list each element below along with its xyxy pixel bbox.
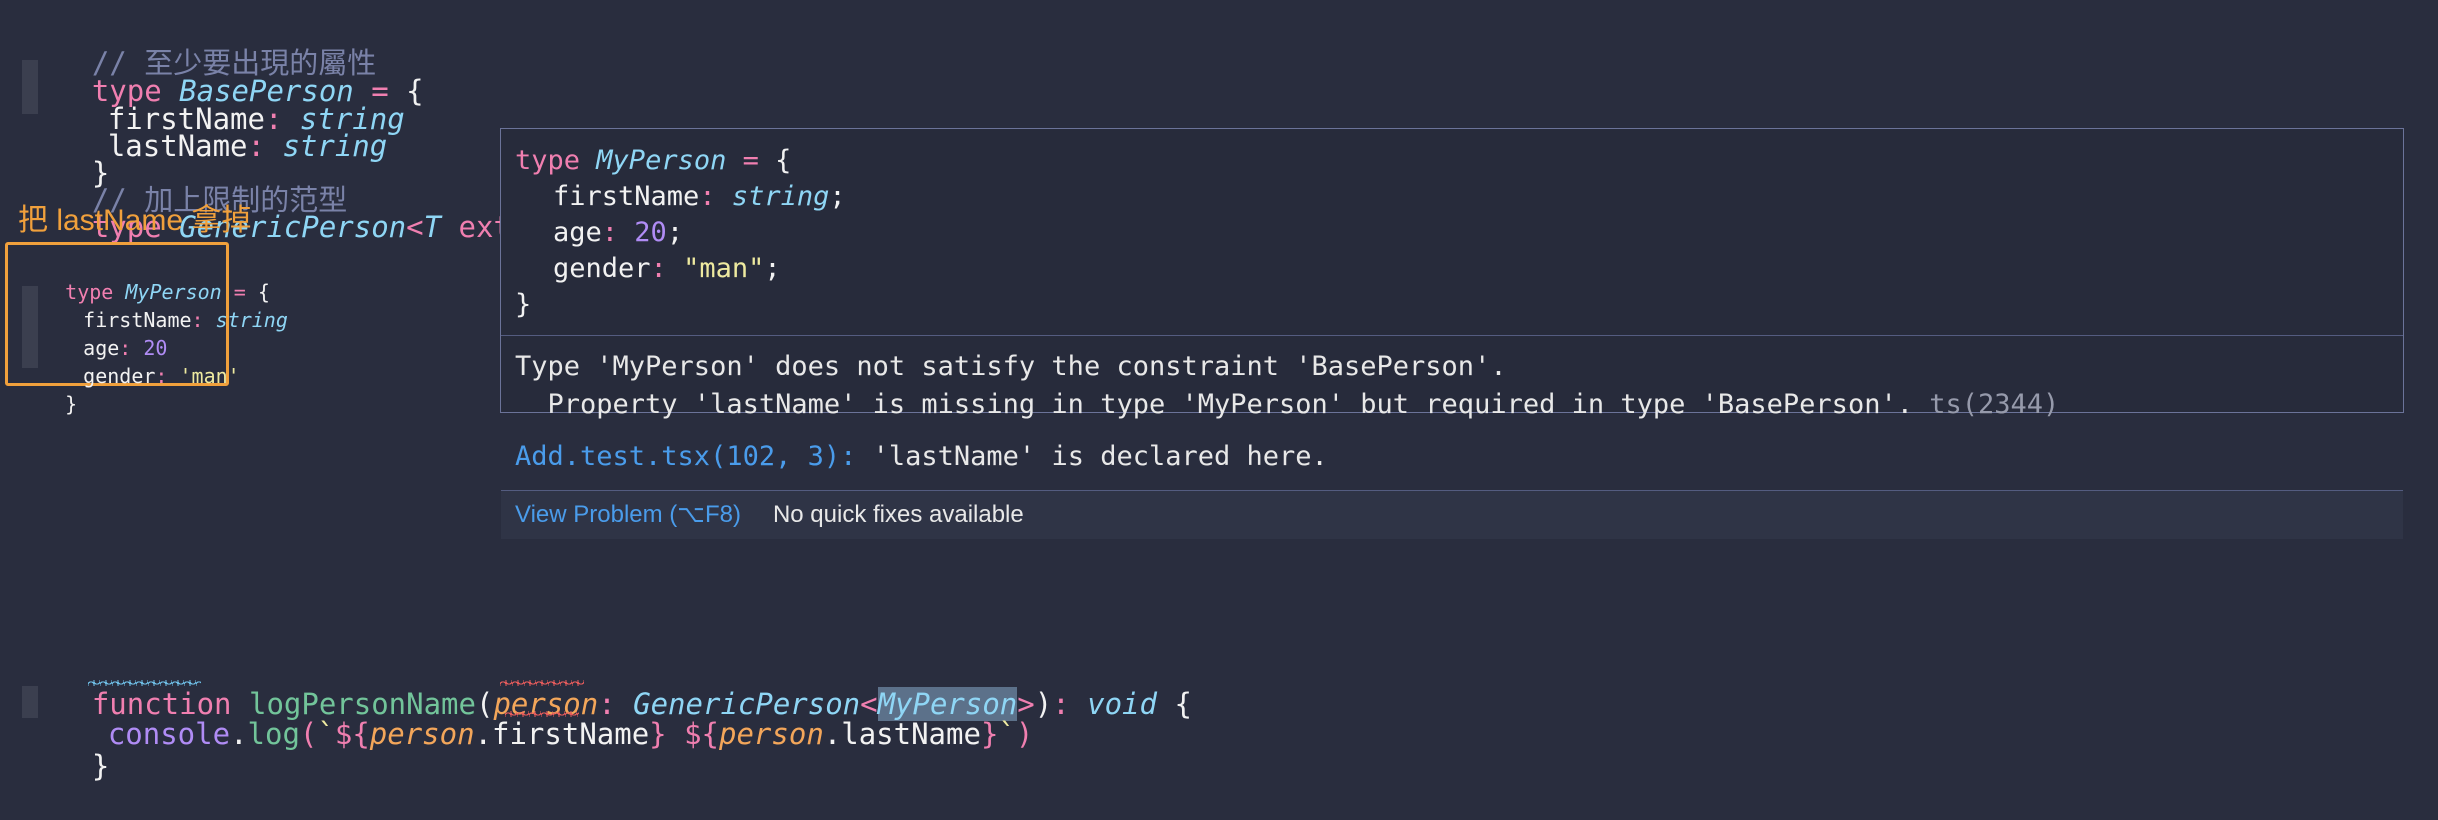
tooltip-declared-text: 'lastName' is declared here. <box>856 441 1328 472</box>
tooltip-error-code: ts(2344) <box>1912 389 2060 420</box>
equals-operator: = <box>726 145 776 176</box>
semicolon: ; <box>666 217 684 248</box>
tooltip-code-line: } <box>501 287 2403 323</box>
type-param-T: T <box>423 210 442 244</box>
tooltip-error-line-2: Property 'lastName' is missing in type '… <box>501 386 2403 424</box>
tooltip-error-line-1: Type 'MyPerson' does not satisfy the con… <box>515 351 1507 382</box>
tooltip-file-link[interactable]: Add.test.tsx(102, 3): <box>515 441 856 472</box>
tooltip-footer: View Problem (⌥F8) No quick fixes availa… <box>501 491 2403 539</box>
keyword-type: type <box>515 145 581 176</box>
colon: : <box>650 253 684 284</box>
property-age: age <box>553 217 602 248</box>
open-brace: { <box>775 145 792 176</box>
close-brace: } <box>65 392 78 416</box>
view-problem-link[interactable]: View Problem (⌥F8) <box>501 500 741 529</box>
tooltip-code-block: type MyPerson = { firstName: string; age… <box>501 129 2403 335</box>
property-firstname: firstName <box>553 181 700 212</box>
code-line: console.log(`${person.firstName} ${perso… <box>0 680 2438 751</box>
code-editor[interactable]: // 至少要出現的屬性 type BasePerson = { firstNam… <box>0 0 2438 818</box>
hover-tooltip[interactable]: type MyPerson = { firstName: string; age… <box>500 128 2404 539</box>
tooltip-code-line: firstName: string; <box>501 179 2403 215</box>
tooltip-code-line: type MyPerson = { <box>501 143 2403 179</box>
property-gender: gender <box>553 253 651 284</box>
type-name-myperson: MyPerson <box>596 145 727 176</box>
tooltip-code-line: age: 20; <box>501 215 2403 251</box>
value-gender: "man" <box>683 253 765 284</box>
tooltip-error-text: Property 'lastName' is missing in type '… <box>515 389 1913 420</box>
no-quick-fixes-label: No quick fixes available <box>772 500 1024 528</box>
semicolon: ; <box>829 181 846 212</box>
colon: : <box>699 181 732 212</box>
close-brace: } <box>91 749 110 783</box>
type-string: string <box>731 181 830 212</box>
code-line: } <box>0 712 2438 783</box>
angle-open: < <box>406 210 424 244</box>
tooltip-message-block: Type 'MyPerson' does not satisfy the con… <box>501 336 2403 490</box>
tooltip-declared-here-line: Add.test.tsx(102, 3): 'lastName' is decl… <box>501 438 2403 476</box>
colon: : <box>601 217 635 248</box>
annotation-text: 把 lastName 拿掉 <box>18 204 252 237</box>
semicolon: ; <box>764 253 781 284</box>
value-age: 20 <box>634 217 667 248</box>
tooltip-code-line: gender: "man"; <box>501 251 2403 287</box>
close-brace: } <box>515 289 532 320</box>
